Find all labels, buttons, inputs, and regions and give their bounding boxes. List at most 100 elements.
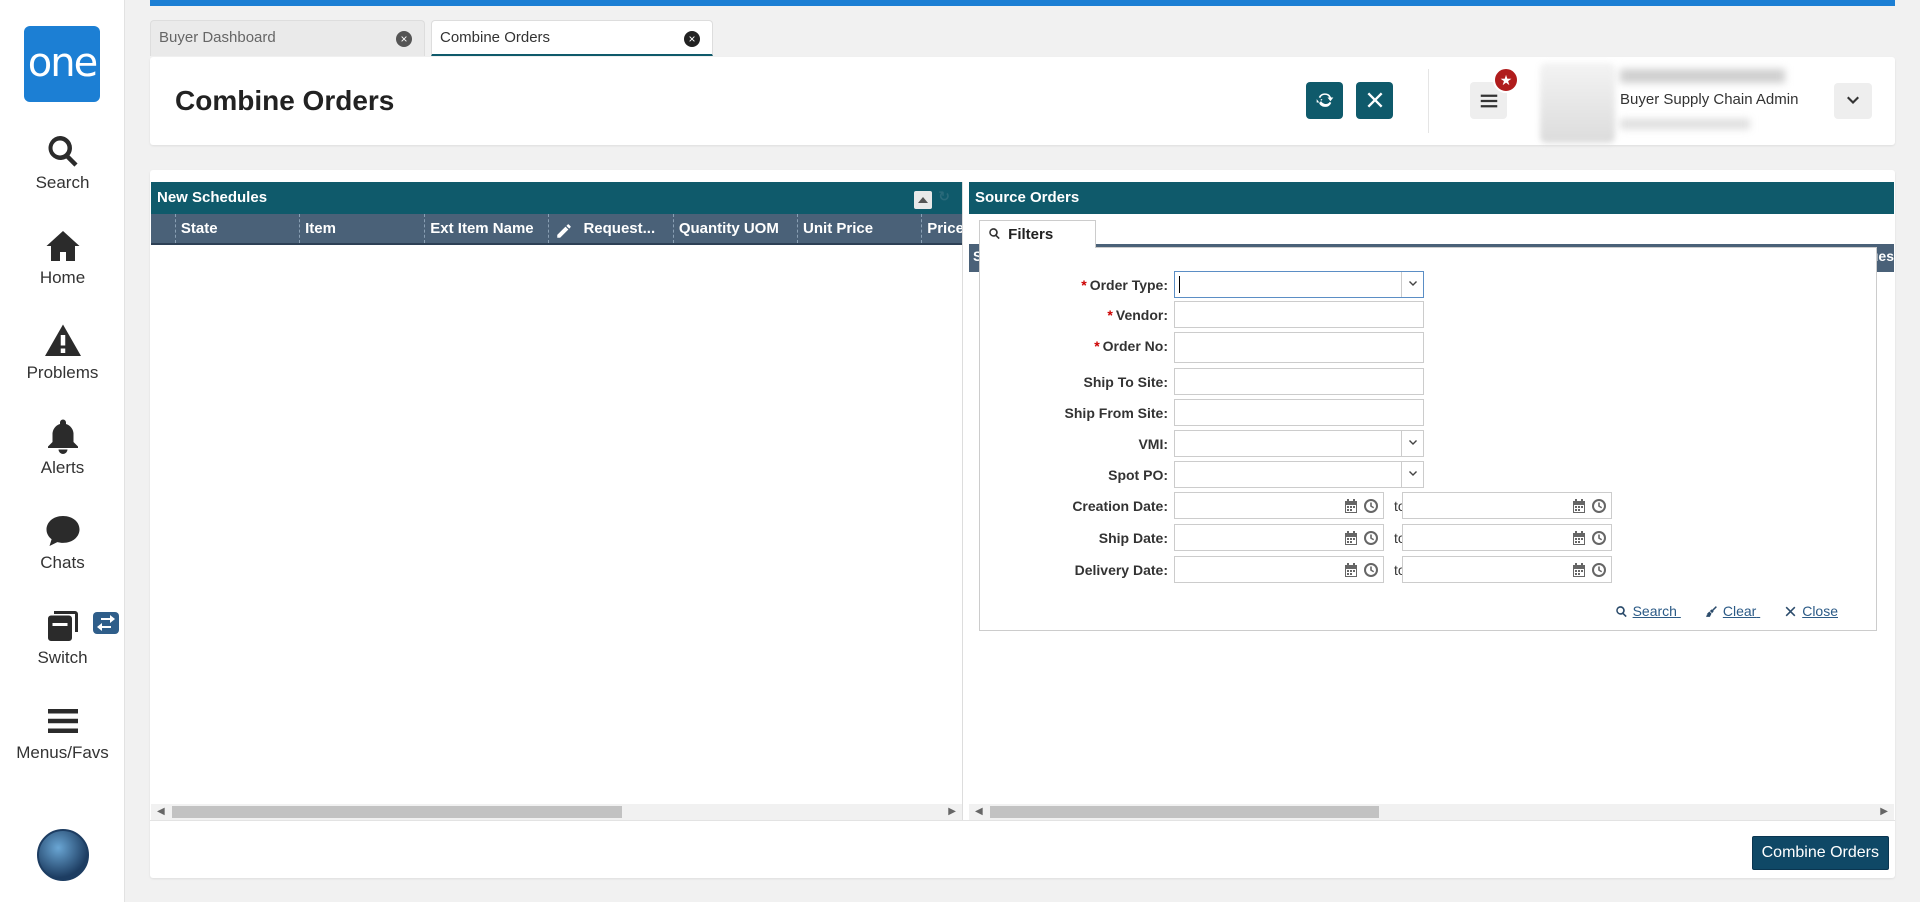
page-title: Combine Orders: [175, 85, 395, 116]
creation-date-row: Creation Date: to: [980, 492, 1878, 520]
user-avatar[interactable]: [37, 829, 89, 881]
close-tab-icon[interactable]: ×: [684, 31, 700, 47]
order-no-input[interactable]: [1174, 332, 1424, 363]
chevron-down-icon[interactable]: [1401, 462, 1423, 487]
creation-date-label: Creation Date:: [1072, 498, 1168, 514]
ship-date-row: Ship Date: to: [980, 524, 1878, 552]
spot-po-select[interactable]: [1174, 461, 1424, 488]
nav-search[interactable]: Search: [0, 133, 125, 193]
column-header-ext-item-name[interactable]: Ext Item Name: [425, 214, 550, 243]
chevron-down-icon[interactable]: [1401, 272, 1423, 297]
calendar-icon[interactable]: [1571, 530, 1587, 549]
user-menu-dropdown[interactable]: [1834, 83, 1872, 119]
close-icon: [1367, 92, 1382, 108]
ship-date-to[interactable]: [1402, 524, 1612, 551]
filters-form: * Order Type: * Vendor: * Order No: Ship To…: [979, 247, 1877, 631]
order-type-row: * Order Type:: [980, 271, 1878, 299]
refresh-grid-icon[interactable]: ↻: [938, 188, 950, 205]
swap-arrows-icon[interactable]: [93, 612, 119, 634]
ship-date-from[interactable]: [1174, 524, 1384, 551]
nav-problems[interactable]: Problems: [0, 323, 125, 383]
close-tab-icon[interactable]: ×: [396, 31, 412, 47]
horizontal-scrollbar[interactable]: ◀ ▶: [151, 804, 962, 820]
filter-close-link[interactable]: Close: [1784, 603, 1838, 619]
filters-tab-label: Filters: [1008, 226, 1054, 243]
nav-alerts[interactable]: Alerts: [0, 418, 125, 478]
nav-menus-favs[interactable]: Menus/Favs: [0, 703, 125, 763]
filter-search-link[interactable]: Search: [1615, 603, 1681, 619]
column-header-item[interactable]: Item: [300, 214, 426, 243]
calendar-icon[interactable]: [1571, 562, 1587, 581]
search-icon: [1615, 606, 1627, 618]
scroll-right-icon[interactable]: ▶: [948, 806, 956, 817]
chevron-down-icon[interactable]: [1401, 431, 1423, 456]
search-icon: [989, 228, 1000, 240]
home-icon: [0, 228, 125, 268]
column-header-state[interactable]: State: [176, 214, 301, 243]
app-logo[interactable]: one: [24, 26, 100, 102]
ship-to-site-row: Ship To Site:: [980, 368, 1878, 396]
tab-buyer-dashboard[interactable]: Buyer Dashboard ×: [150, 20, 425, 56]
combine-orders-button[interactable]: Combine Orders: [1751, 836, 1889, 870]
vmi-select[interactable]: [1174, 430, 1424, 457]
filter-clear-link[interactable]: Clear: [1705, 603, 1760, 619]
user-role: Buyer Supply Chain Admin: [1620, 91, 1799, 108]
order-type-select[interactable]: [1174, 271, 1424, 298]
tab-label: Buyer Dashboard: [159, 29, 276, 46]
refresh-button[interactable]: [1306, 82, 1343, 119]
hamburger-icon: [1480, 94, 1498, 108]
calendar-icon[interactable]: [1343, 498, 1359, 517]
edit-icon: [557, 224, 572, 238]
source-orders-panel: Source Orders S ues Filters * Order Type:…: [969, 182, 1894, 820]
column-header-quantity-uom[interactable]: Quantity UOM: [674, 214, 799, 243]
vendor-input[interactable]: [1174, 301, 1424, 328]
collapse-panel-button[interactable]: [914, 191, 932, 209]
calendar-icon[interactable]: [1571, 498, 1587, 517]
vmi-label: VMI:: [1138, 436, 1168, 452]
ship-from-site-input[interactable]: [1174, 399, 1424, 426]
column-header-price[interactable]: Price: [922, 214, 962, 243]
clock-icon[interactable]: [1591, 562, 1607, 581]
delivery-date-from[interactable]: [1174, 556, 1384, 583]
nav-chats[interactable]: Chats: [0, 513, 125, 573]
ship-to-site-label: Ship To Site:: [1083, 374, 1168, 390]
scroll-left-icon[interactable]: ◀: [975, 806, 983, 817]
clock-icon[interactable]: [1591, 530, 1607, 549]
new-schedules-panel: New Schedules ↻ State Item Ext Item Name…: [151, 182, 963, 820]
calendar-icon[interactable]: [1343, 530, 1359, 549]
column-header-request-label: Request...: [583, 220, 656, 237]
nav-search-label: Search: [35, 173, 90, 192]
ship-to-site-input[interactable]: [1174, 368, 1424, 395]
spot-po-label: Spot PO:: [1108, 467, 1168, 483]
new-schedules-title: New Schedules ↻: [151, 182, 962, 214]
clock-icon[interactable]: [1363, 562, 1379, 581]
scroll-right-icon[interactable]: ▶: [1880, 806, 1888, 817]
creation-date-to[interactable]: [1402, 492, 1612, 519]
favorite-star-icon[interactable]: ★: [1493, 67, 1519, 93]
ship-from-site-row: Ship From Site:: [980, 399, 1878, 427]
filters-tab[interactable]: Filters: [979, 220, 1096, 248]
clock-icon[interactable]: [1363, 498, 1379, 517]
clock-icon[interactable]: [1363, 530, 1379, 549]
horizontal-scrollbar[interactable]: ◀ ▶: [969, 804, 1894, 820]
column-header-request[interactable]: Request...: [549, 214, 674, 243]
nav-home[interactable]: Home: [0, 228, 125, 288]
calendar-icon[interactable]: [1343, 562, 1359, 581]
column-header-select[interactable]: [151, 214, 176, 243]
creation-date-from[interactable]: [1174, 492, 1384, 519]
scroll-left-icon[interactable]: ◀: [157, 806, 165, 817]
scrollbar-thumb[interactable]: [990, 806, 1379, 818]
chevron-down-icon: [1847, 96, 1859, 104]
ship-date-label: Ship Date:: [1098, 530, 1168, 546]
nav-problems-label: Problems: [26, 363, 99, 382]
broom-icon: [1705, 606, 1717, 617]
delivery-date-to[interactable]: [1402, 556, 1612, 583]
spot-po-row: Spot PO:: [980, 461, 1878, 489]
clock-icon[interactable]: [1591, 498, 1607, 517]
close-page-button[interactable]: [1356, 82, 1393, 119]
vmi-row: VMI:: [980, 430, 1878, 458]
scrollbar-thumb[interactable]: [172, 806, 622, 818]
column-header-unit-price[interactable]: Unit Price: [798, 214, 923, 243]
bell-icon: [0, 418, 125, 458]
tab-combine-orders[interactable]: Combine Orders ×: [431, 20, 713, 56]
